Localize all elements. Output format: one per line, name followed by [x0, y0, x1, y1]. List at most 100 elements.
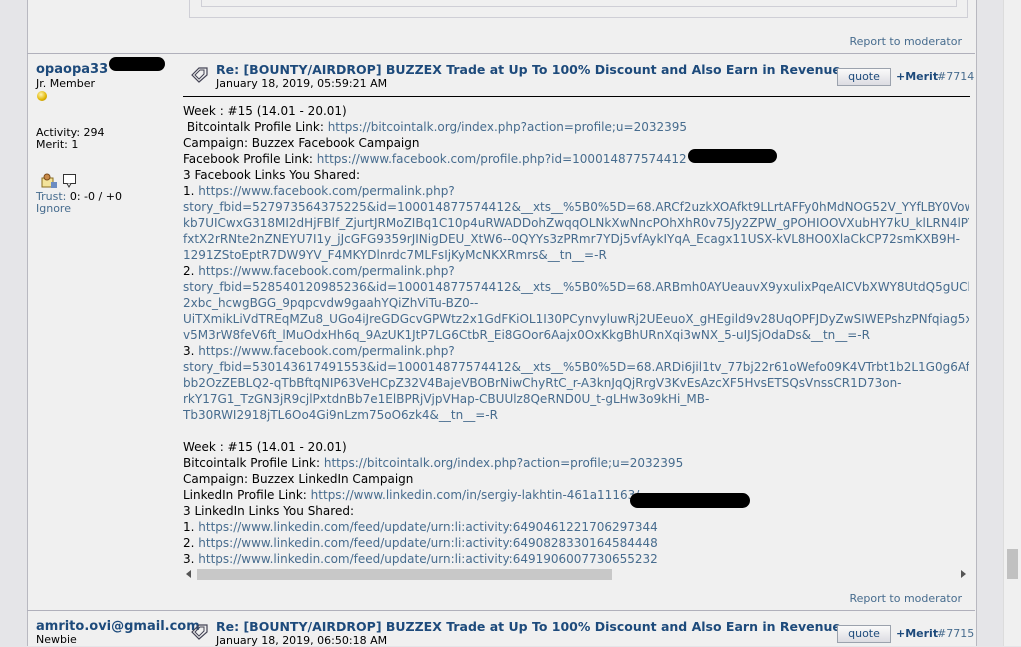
post-line: Bitcointalk Profile Link: https://bitcoi… — [183, 119, 969, 135]
post-line: rkY17G1_TzGN3jR9cjlPxtdnBb7e1ElBPRjVjpVH… — [183, 391, 969, 407]
post-link[interactable]: https://www.linkedin.com/feed/update/urn… — [198, 520, 658, 534]
post-line: Tb30RWI2918jTL6Oo4Gi9nLzm75oO6zk4&__tn__… — [183, 407, 969, 423]
redaction-mark — [688, 149, 777, 163]
poster-rank-2: Newbie — [36, 633, 77, 646]
post-line: 2xbc_hcwgBGG_9pqpcvdw9gaahYQiZhViTu-BZ0-… — [183, 295, 969, 311]
post-date: January 18, 2019, 05:59:21 AM — [216, 77, 388, 90]
post-link[interactable]: rkY17G1_TzGN3jR9cjlPxtdnBb7e1ElBPRjVjpVH… — [183, 392, 709, 406]
post-line: 1. https://www.facebook.com/permalink.ph… — [183, 183, 969, 199]
post-line: 3. https://www.facebook.com/permalink.ph… — [183, 343, 969, 359]
post-line: bb2OzZEBLQ2-qTbBftqNIP63VeHCpZ32V4BajeVB… — [183, 375, 969, 391]
topic-icon — [191, 67, 208, 83]
quote-button[interactable]: quote — [837, 68, 891, 86]
post-text: Week : #15 (14.01 - 20.01) — [183, 104, 347, 118]
trust-value: 0: -0 / +0 — [69, 190, 122, 203]
post-link[interactable]: https://bitcointalk.org/index.php?action… — [324, 456, 683, 470]
horizontal-scrollbar-thumb[interactable] — [197, 569, 612, 580]
post-text: 3. — [183, 344, 199, 358]
post-text: 1. — [183, 184, 199, 198]
post-text: Bitcointalk Profile Link: — [183, 120, 328, 134]
post-link[interactable]: Tb30RWI2918jTL6Oo4Gi9nLzm75oO6zk4&__tn__… — [183, 408, 498, 422]
post-separator — [27, 610, 975, 611]
topic-icon-2 — [191, 624, 208, 640]
scroll-right-icon[interactable] — [961, 570, 966, 578]
vertical-scrollbar[interactable] — [1003, 0, 1021, 646]
post-line: Facebook Profile Link: https://www.faceb… — [183, 151, 969, 167]
poster-rank: Jr. Member — [36, 77, 95, 90]
redaction-mark — [109, 57, 165, 71]
message-icon[interactable] — [62, 173, 78, 189]
post-line: story_fbid=527973564375225&id=1000148775… — [183, 199, 969, 215]
post-link[interactable]: https://www.facebook.com/permalink.php? — [198, 184, 454, 198]
post-link[interactable]: story_fbid=530143617491553&id=1000148775… — [183, 360, 969, 374]
post-header-divider — [183, 96, 970, 97]
merit-link[interactable]: +Merit — [896, 70, 938, 83]
post-line — [183, 423, 969, 439]
post-text: Campaign: Buzzex LinkedIn Campaign — [183, 472, 414, 486]
post-line: 1. https://www.linkedin.com/feed/update/… — [183, 519, 969, 535]
post-line: 2. https://www.linkedin.com/feed/update/… — [183, 535, 969, 551]
post-link[interactable]: https://www.facebook.com/permalink.php? — [198, 264, 454, 278]
scroll-left-icon[interactable] — [186, 570, 191, 578]
post-link[interactable]: fxtX2rRNte2nZNEYU7I1y_jJcGFG9359rJINigDE… — [183, 232, 960, 246]
post-line: LinkedIn Profile Link: https://www.linke… — [183, 487, 969, 503]
post-link[interactable]: https://www.facebook.com/profile.php?id=… — [317, 152, 687, 166]
post-link[interactable]: https://www.linkedin.com/feed/update/urn… — [198, 552, 658, 566]
post-text: Facebook Profile Link: — [183, 152, 317, 166]
poster-merit: Merit: 1 — [36, 138, 79, 151]
post-separator — [27, 53, 975, 54]
redaction-mark — [630, 493, 750, 508]
post-line: Campaign: Buzzex LinkedIn Campaign — [183, 471, 969, 487]
post-date-2: January 18, 2019, 06:50:18 AM — [216, 634, 388, 647]
post-line: Bitcointalk Profile Link: https://bitcoi… — [183, 455, 969, 471]
post-subject-link-2[interactable]: Re: [BOUNTY/AIRDROP] BUZZEX Trade at Up … — [216, 619, 841, 634]
post-text: 3 Facebook Links You Shared: — [183, 168, 361, 182]
poster-username[interactable]: opaopa33 — [36, 62, 108, 77]
report-to-moderator-link[interactable]: Report to moderator — [849, 592, 962, 605]
rank-star-icon — [37, 91, 47, 101]
post-link[interactable]: bb2OzZEBLQ2-qTbBftqNIP63VeHCpZ32V4BajeVB… — [183, 376, 902, 390]
message-number-link-2[interactable]: #7715 — [937, 627, 974, 640]
post-link[interactable]: story_fbid=527973564375225&id=1000148775… — [183, 200, 969, 214]
post-text: 3. — [183, 552, 199, 566]
post-line: 1291ZStoEptR7DW9YV_F4MKYDlnrdc7MLFsIjKyM… — [183, 247, 969, 263]
profile-icon[interactable] — [40, 173, 58, 189]
post-link[interactable]: 1291ZStoEptR7DW9YV_F4MKYDlnrdc7MLFsIjKyM… — [183, 248, 607, 262]
post-link[interactable]: v5M3rW8feV6ft_lMuOdxHh6q_9AzUK1JtP7LG6Ct… — [183, 328, 870, 342]
post-link[interactable]: 2xbc_hcwgBGG_9pqpcvdw9gaahYQiZhViTu-BZ0-… — [183, 296, 478, 310]
post-body: Week : #15 (14.01 - 20.01) Bitcointalk P… — [183, 103, 969, 567]
post-line: fxtX2rRNte2nZNEYU7I1y_jJcGFG9359rJINigDE… — [183, 231, 969, 247]
merit-link-2[interactable]: +Merit — [896, 627, 938, 640]
post-link[interactable]: https://www.facebook.com/permalink.php? — [198, 344, 454, 358]
horizontal-scrollbar[interactable] — [183, 567, 969, 582]
post-text: 2. — [183, 536, 199, 550]
post-text: Week : #15 (14.01 - 20.01) — [183, 440, 347, 454]
poster-username-2[interactable]: amrito.ovi@gmail.com — [36, 619, 200, 634]
post-text: LinkedIn Profile Link: — [183, 488, 311, 502]
message-number-link[interactable]: #7714 — [937, 70, 974, 83]
post-link[interactable]: kb7UICwxG318MI2dHjFBlf_ZjurtJRMoZIBq1C10… — [183, 216, 969, 230]
post-link[interactable]: UiTXmikLiVdTREqMZu8_UGo4iJreGDGcvGPWtz2x… — [183, 312, 969, 326]
post-line: Week : #15 (14.01 - 20.01) — [183, 439, 969, 455]
post-text: 1. — [183, 520, 199, 534]
post-text: 3 LinkedIn Links You Shared: — [183, 504, 354, 518]
post-line: UiTXmikLiVdTREqMZu8_UGo4iJreGDGcvGPWtz2x… — [183, 311, 969, 327]
post-subject-link[interactable]: Re: [BOUNTY/AIRDROP] BUZZEX Trade at Up … — [216, 62, 841, 77]
post-link[interactable]: https://bitcointalk.org/index.php?action… — [328, 120, 687, 134]
post-line: kb7UICwxG318MI2dHjFBlf_ZjurtJRMoZIBq1C10… — [183, 215, 969, 231]
report-to-moderator-link-prev[interactable]: Report to moderator — [849, 35, 962, 48]
post-text: Campaign: Buzzex Facebook Campaign — [183, 136, 420, 150]
post-line: story_fbid=528540120985236&id=1000148775… — [183, 279, 969, 295]
post-link[interactable]: https://www.linkedin.com/feed/update/urn… — [198, 536, 658, 550]
post-line: v5M3rW8feV6ft_lMuOdxHh6q_9AzUK1JtP7LG6Ct… — [183, 327, 969, 343]
post-line: Campaign: Buzzex Facebook Campaign — [183, 135, 969, 151]
ignore-link[interactable]: Ignore — [36, 202, 71, 215]
post-line: Week : #15 (14.01 - 20.01) — [183, 103, 969, 119]
quote-button-2[interactable]: quote — [837, 625, 891, 643]
vertical-scrollbar-thumb[interactable] — [1007, 549, 1018, 579]
post-link[interactable]: story_fbid=528540120985236&id=1000148775… — [183, 280, 969, 294]
post-link[interactable]: https://www.linkedin.com/in/sergiy-lakht… — [311, 488, 640, 502]
post-line: story_fbid=530143617491553&id=1000148775… — [183, 359, 969, 375]
post-line: 2. https://www.facebook.com/permalink.ph… — [183, 263, 969, 279]
post-text: Bitcointalk Profile Link: — [183, 456, 324, 470]
